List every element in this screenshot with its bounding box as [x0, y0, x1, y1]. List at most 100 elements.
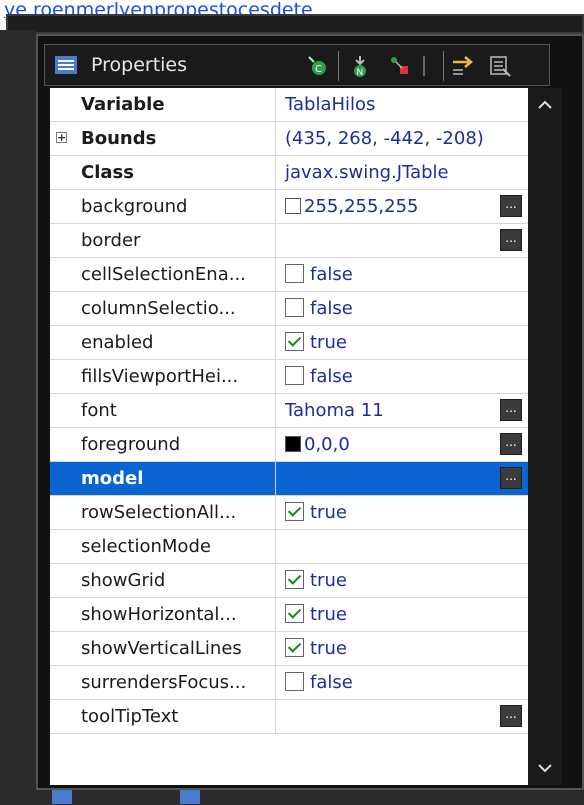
property-row[interactable]: enabled true [50, 326, 528, 360]
tab-design[interactable] [180, 790, 206, 805]
property-row[interactable]: toolTipText... [50, 700, 528, 734]
checkbox[interactable] [285, 638, 304, 657]
show-events-icon: C [308, 56, 326, 75]
checkbox[interactable] [285, 604, 304, 623]
property-row[interactable]: columnSelectio... false [50, 292, 528, 326]
property-name-label: Class [81, 162, 134, 183]
property-row[interactable]: surrendersFocus... false [50, 666, 528, 700]
property-row[interactable]: border... [50, 224, 528, 258]
property-value[interactable] [277, 224, 528, 257]
property-value[interactable]: false [277, 258, 528, 291]
property-value[interactable]: true [277, 564, 528, 597]
property-value[interactable]: javax.swing.JTable [277, 156, 528, 189]
property-row[interactable]: showGrid true [50, 564, 528, 598]
add-component-button[interactable] [385, 51, 415, 81]
show-events-button[interactable]: C [303, 51, 333, 81]
color-swatch [285, 198, 301, 214]
checkbox[interactable] [285, 332, 304, 351]
property-name: columnSelectio... [50, 292, 276, 325]
property-value[interactable]: true [277, 598, 528, 631]
property-name-label: rowSelectionAll... [81, 502, 237, 523]
property-row[interactable]: showHorizontal... true [50, 598, 528, 632]
property-name: background [50, 190, 276, 223]
svg-text:N: N [357, 68, 364, 78]
property-value[interactable]: true [277, 326, 528, 359]
property-row[interactable]: rowSelectionAll... true [50, 496, 528, 530]
toolbar-separator [338, 51, 339, 81]
property-value-text: false [310, 366, 353, 387]
checkbox[interactable] [285, 502, 304, 521]
property-row[interactable]: cellSelectionEna... false [50, 258, 528, 292]
property-value[interactable]: false [277, 666, 528, 699]
checkbox[interactable] [285, 298, 304, 317]
remove-component-icon [423, 56, 425, 76]
property-name-label: surrendersFocus... [81, 672, 247, 693]
property-value[interactable] [277, 462, 528, 495]
checkbox[interactable] [285, 264, 304, 283]
property-row[interactable]: fillsViewportHei... false [50, 360, 528, 394]
goto-definition-button[interactable]: N [345, 51, 375, 81]
property-value[interactable]: true [277, 496, 528, 529]
property-name-label: showHorizontal... [81, 604, 237, 625]
property-row[interactable]: background 255,255,255... [50, 190, 528, 224]
ellipsis-button[interactable]: ... [500, 705, 522, 727]
property-value-text: true [310, 604, 347, 625]
scroll-down-button[interactable] [528, 751, 562, 785]
property-value-text: (435, 268, -442, -208) [285, 128, 484, 149]
expand-icon[interactable]: + [56, 132, 67, 143]
svg-text:C: C [315, 64, 322, 75]
property-value-text: 255,255,255 [304, 196, 419, 217]
property-row[interactable]: + Bounds (435, 268, -442, -208) [50, 122, 528, 156]
property-row[interactable]: foreground 0,0,0... [50, 428, 528, 462]
property-name: toolTipText [50, 700, 276, 733]
property-value-text: TablaHilos [285, 94, 376, 115]
checkbox[interactable] [285, 672, 304, 691]
property-value[interactable]: 0,0,0 [277, 428, 528, 461]
property-name-label: Variable [81, 94, 165, 115]
property-value[interactable] [277, 700, 528, 733]
property-name: showGrid [50, 564, 276, 597]
property-value[interactable]: false [277, 360, 528, 393]
vertical-scrollbar[interactable] [528, 88, 562, 785]
remove-component-button[interactable] [415, 51, 445, 81]
property-name: rowSelectionAll... [50, 496, 276, 529]
property-name: + Bounds [50, 122, 276, 155]
properties-titlebar: Properties C N [44, 44, 550, 86]
ellipsis-button[interactable]: ... [500, 195, 522, 217]
property-value-text: true [310, 570, 347, 591]
property-value[interactable]: Tahoma 11 [277, 394, 528, 427]
ellipsis-button[interactable]: ... [500, 433, 522, 455]
scroll-up-button[interactable] [528, 88, 562, 122]
source-tab-icon [52, 790, 72, 804]
ellipsis-button[interactable]: ... [500, 229, 522, 251]
property-row[interactable]: showVerticalLines true [50, 632, 528, 666]
property-value[interactable]: true [277, 632, 528, 665]
property-value[interactable]: 255,255,255 [277, 190, 528, 223]
property-row[interactable]: Variable TablaHilos [50, 88, 528, 122]
ellipsis-button[interactable]: ... [500, 399, 522, 421]
property-row[interactable]: selectionMode [50, 530, 528, 564]
property-name-label: fillsViewportHei... [81, 366, 239, 387]
expand-all-button[interactable] [485, 51, 515, 81]
goto-definition-icon: N [354, 56, 366, 78]
property-value[interactable]: TablaHilos [277, 88, 528, 121]
tab-source[interactable] [52, 790, 78, 805]
left-frame [0, 30, 36, 805]
property-row[interactable]: Class javax.swing.JTable [50, 156, 528, 190]
property-value-text: true [310, 332, 347, 353]
property-row[interactable]: font Tahoma 11... [50, 394, 528, 428]
chevron-up-icon [538, 100, 552, 109]
property-value[interactable] [277, 530, 528, 563]
property-value[interactable]: false [277, 292, 528, 325]
ellipsis-button[interactable]: ... [500, 467, 522, 489]
property-name: showVerticalLines [50, 632, 276, 665]
property-value[interactable]: (435, 268, -442, -208) [277, 122, 528, 155]
checkbox[interactable] [285, 570, 304, 589]
property-value-text: javax.swing.JTable [285, 162, 449, 183]
checkbox[interactable] [285, 366, 304, 385]
property-name: fillsViewportHei... [50, 360, 276, 393]
sort-button[interactable] [449, 51, 479, 81]
property-row[interactable]: model... [50, 462, 528, 496]
design-tab-icon [180, 790, 200, 804]
property-name: Class [50, 156, 276, 189]
